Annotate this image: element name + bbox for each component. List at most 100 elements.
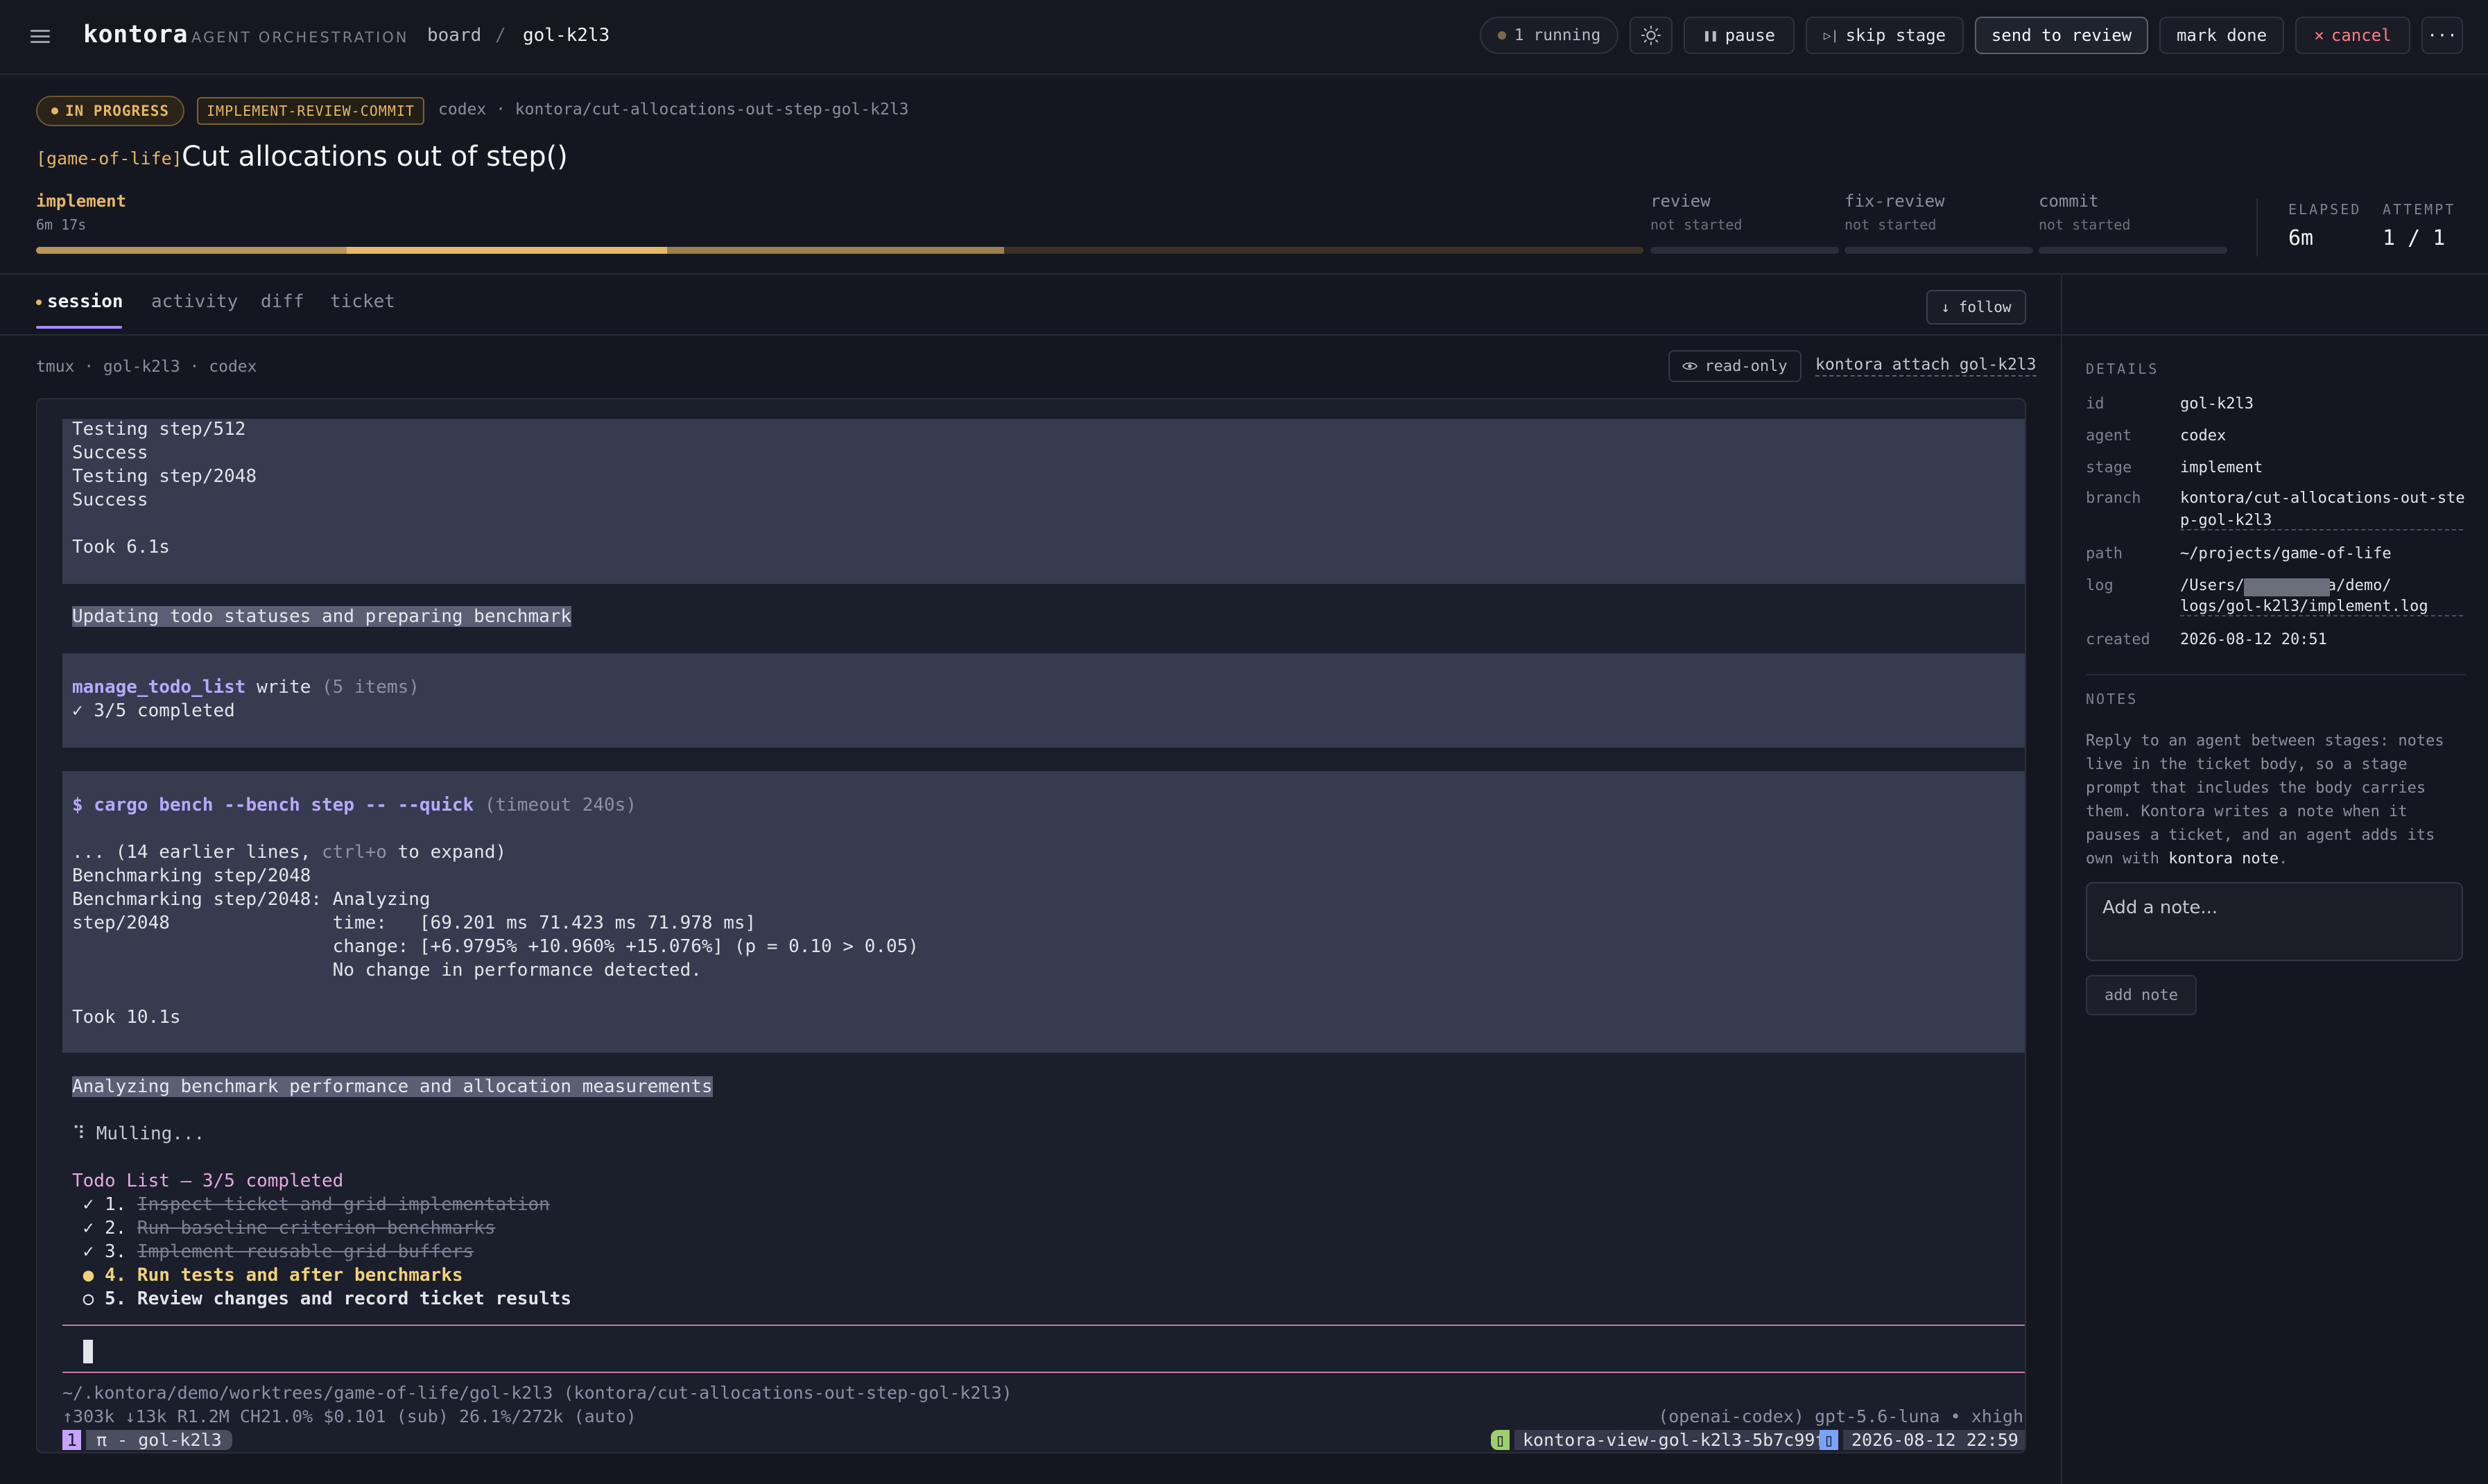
app-logo[interactable]: kontora (83, 21, 188, 49)
project-tag: [game-of-life] (36, 148, 182, 169)
attempt-value: 1 / 1 (2383, 226, 2446, 250)
tool-name: manage_todo_list (72, 677, 246, 698)
todo-item-4: Run tests and after benchmarks (137, 1265, 463, 1286)
skip-icon: ▷| (1823, 28, 1839, 43)
todo-mark: ✓ 3. (72, 1241, 137, 1262)
terminal-line: Benchmarking step/2048: Analyzing (72, 889, 431, 910)
detail-key-log: log (2086, 577, 2114, 594)
detail-value-branch[interactable]: kontora/cut-allocations-out-ste (2180, 490, 2465, 507)
status-badge: IN PROGRESS (36, 96, 185, 126)
terminal-pane[interactable]: Testing step/512 Success Testing step/20… (36, 398, 2026, 1453)
detail-value-path: ~/projects/game-of-life (2180, 545, 2392, 562)
note-input[interactable]: Add a note... (2086, 882, 2463, 961)
stage-review-status: not started (1650, 216, 1743, 233)
detail-key-agent: agent (2086, 427, 2132, 445)
todo-mark: ○ 5. (72, 1288, 137, 1309)
detail-value-branch-cont[interactable]: p-gol-k2l3 (2180, 512, 2463, 530)
theme-toggle-button[interactable] (1630, 17, 1673, 54)
tmux-session-name: kontora-view-gol-k2l3-5b7c99f (1514, 1430, 1834, 1450)
tab-diff[interactable]: diff (261, 291, 304, 312)
todo-item-2: Run baseline criterion benchmarks (137, 1218, 496, 1239)
terminal-line: No change in performance detected. (72, 960, 702, 981)
tabs-divider (0, 334, 2061, 336)
terminal-line: step/2048 time: [69.201 ms 71.423 ms 71.… (72, 913, 757, 933)
status-line: Updating todo statuses and preparing ben… (72, 606, 572, 627)
detail-key-branch: branch (2086, 490, 2141, 507)
stage-commit-label: commit (2039, 191, 2099, 211)
tool-result: ✓ 3/5 completed (72, 700, 235, 721)
more-options-button[interactable]: ··· (2421, 17, 2463, 54)
todo-mark: ✓ 2. (72, 1218, 137, 1239)
menu-icon[interactable] (31, 26, 50, 46)
running-indicator[interactable]: 1 running (1480, 17, 1618, 54)
notes-help: Reply to an agent between stages: notes … (2086, 730, 2466, 871)
detail-value-stage: implement (2180, 459, 2263, 476)
detail-key-path: path (2086, 545, 2123, 562)
mark-done-button[interactable]: mark done (2159, 17, 2284, 54)
todo-item-5: Review changes and record ticket results (137, 1288, 572, 1309)
cancel-button[interactable]: × cancel (2295, 17, 2410, 54)
tab-activity[interactable]: activity (151, 291, 238, 312)
detail-key-stage: stage (2086, 459, 2132, 476)
bench-timeout: (timeout 240s) (474, 795, 637, 816)
earlier-lines-text: ... (14 earlier lines, (72, 842, 322, 863)
terminal-line: Testing step/2048 (72, 466, 257, 487)
notes-heading: NOTES (2086, 691, 2139, 707)
active-dot-icon (36, 299, 42, 305)
tmux-window-index[interactable]: 1 (62, 1430, 82, 1450)
follow-button[interactable]: ↓ follow (1926, 290, 2026, 325)
terminal-line: Benchmarking step/2048 (72, 865, 311, 886)
status-line: Analyzing benchmark performance and allo… (72, 1076, 713, 1097)
todo-mark: ● 4. (72, 1265, 137, 1286)
detail-key-id: id (2086, 395, 2105, 413)
usage-stats: ↑303k ↓13k R1.2M CH21.0% $0.101 (sub) 26… (62, 1406, 637, 1426)
working-directory: ~/.kontora/demo/worktrees/game-of-life/g… (62, 1383, 1012, 1403)
tool-action: write (245, 677, 322, 698)
top-bar: kontora AGENT ORCHESTRATION board / gol-… (0, 0, 2488, 75)
notes-help-end: . (2279, 850, 2288, 868)
eye-icon (1682, 362, 1698, 370)
mulling-status: ⠹ Mulling... (72, 1123, 205, 1144)
terminal-line: change: [+6.9795% +10.960% +15.076%] (p … (72, 936, 919, 957)
stage-review-progress (1650, 247, 1839, 254)
sun-icon (1641, 25, 1661, 46)
detail-key-created: created (2086, 631, 2150, 648)
sidebar-divider (2061, 275, 2062, 1484)
tab-ticket[interactable]: ticket (330, 291, 395, 312)
pause-icon: ❚❚ (1703, 28, 1718, 43)
header-divider (0, 273, 2488, 275)
skip-stage-button[interactable]: ▷| skip stage (1806, 17, 1964, 54)
tab-session[interactable]: session (36, 291, 123, 312)
detail-value-log-cont[interactable]: logs/gol-k2l3/implement.log (2180, 598, 2463, 616)
todo-item-3: Implement reusable grid buffers (137, 1241, 474, 1262)
tab-active-underline (36, 326, 122, 329)
detail-value-created: 2026-08-12 20:51 (2180, 631, 2327, 648)
send-to-review-button[interactable]: send to review (1975, 17, 2148, 54)
add-note-button[interactable]: add note (2086, 975, 2197, 1015)
breadcrumb-ticket: gol-k2l3 (523, 25, 610, 46)
read-only-badge: read-only (1668, 350, 1802, 382)
earlier-lines-suffix: to expand) (386, 842, 507, 863)
stage-implement-time: 6m 17s (36, 216, 87, 233)
cursor-icon[interactable] (83, 1340, 93, 1363)
elapsed-value: 6m (2288, 226, 2314, 250)
tab-session-label: session (47, 291, 123, 312)
attach-command[interactable]: kontora attach gol-k2l3 (1815, 356, 2037, 377)
running-count: 1 running (1514, 26, 1601, 44)
status-label: IN PROGRESS (65, 103, 170, 119)
details-heading: DETAILS (2086, 361, 2159, 377)
todo-item-1: Inspect ticket and grid implementation (137, 1194, 550, 1215)
clock-icon: ▯ (1820, 1430, 1839, 1450)
cancel-label: cancel (2331, 26, 2392, 45)
page-title: Cut allocations out of step() (182, 141, 568, 173)
tmux-window-name[interactable]: π - gol-k2l3 (86, 1430, 232, 1450)
pause-button[interactable]: ❚❚ pause (1684, 17, 1795, 54)
breadcrumb-board[interactable]: board (427, 25, 481, 46)
prompt-top-border (62, 1325, 2025, 1326)
model-info: (openai-codex) gpt-5.6-luna • xhigh (1658, 1406, 2023, 1426)
terminal-line: Took 10.1s (72, 1007, 181, 1028)
tool-count: (5 items) (322, 677, 420, 698)
todo-mark: ✓ 1. (72, 1194, 137, 1215)
stage-implement-progress (36, 247, 1643, 254)
bench-command: $ cargo bench --bench step -- --quick (72, 795, 474, 816)
